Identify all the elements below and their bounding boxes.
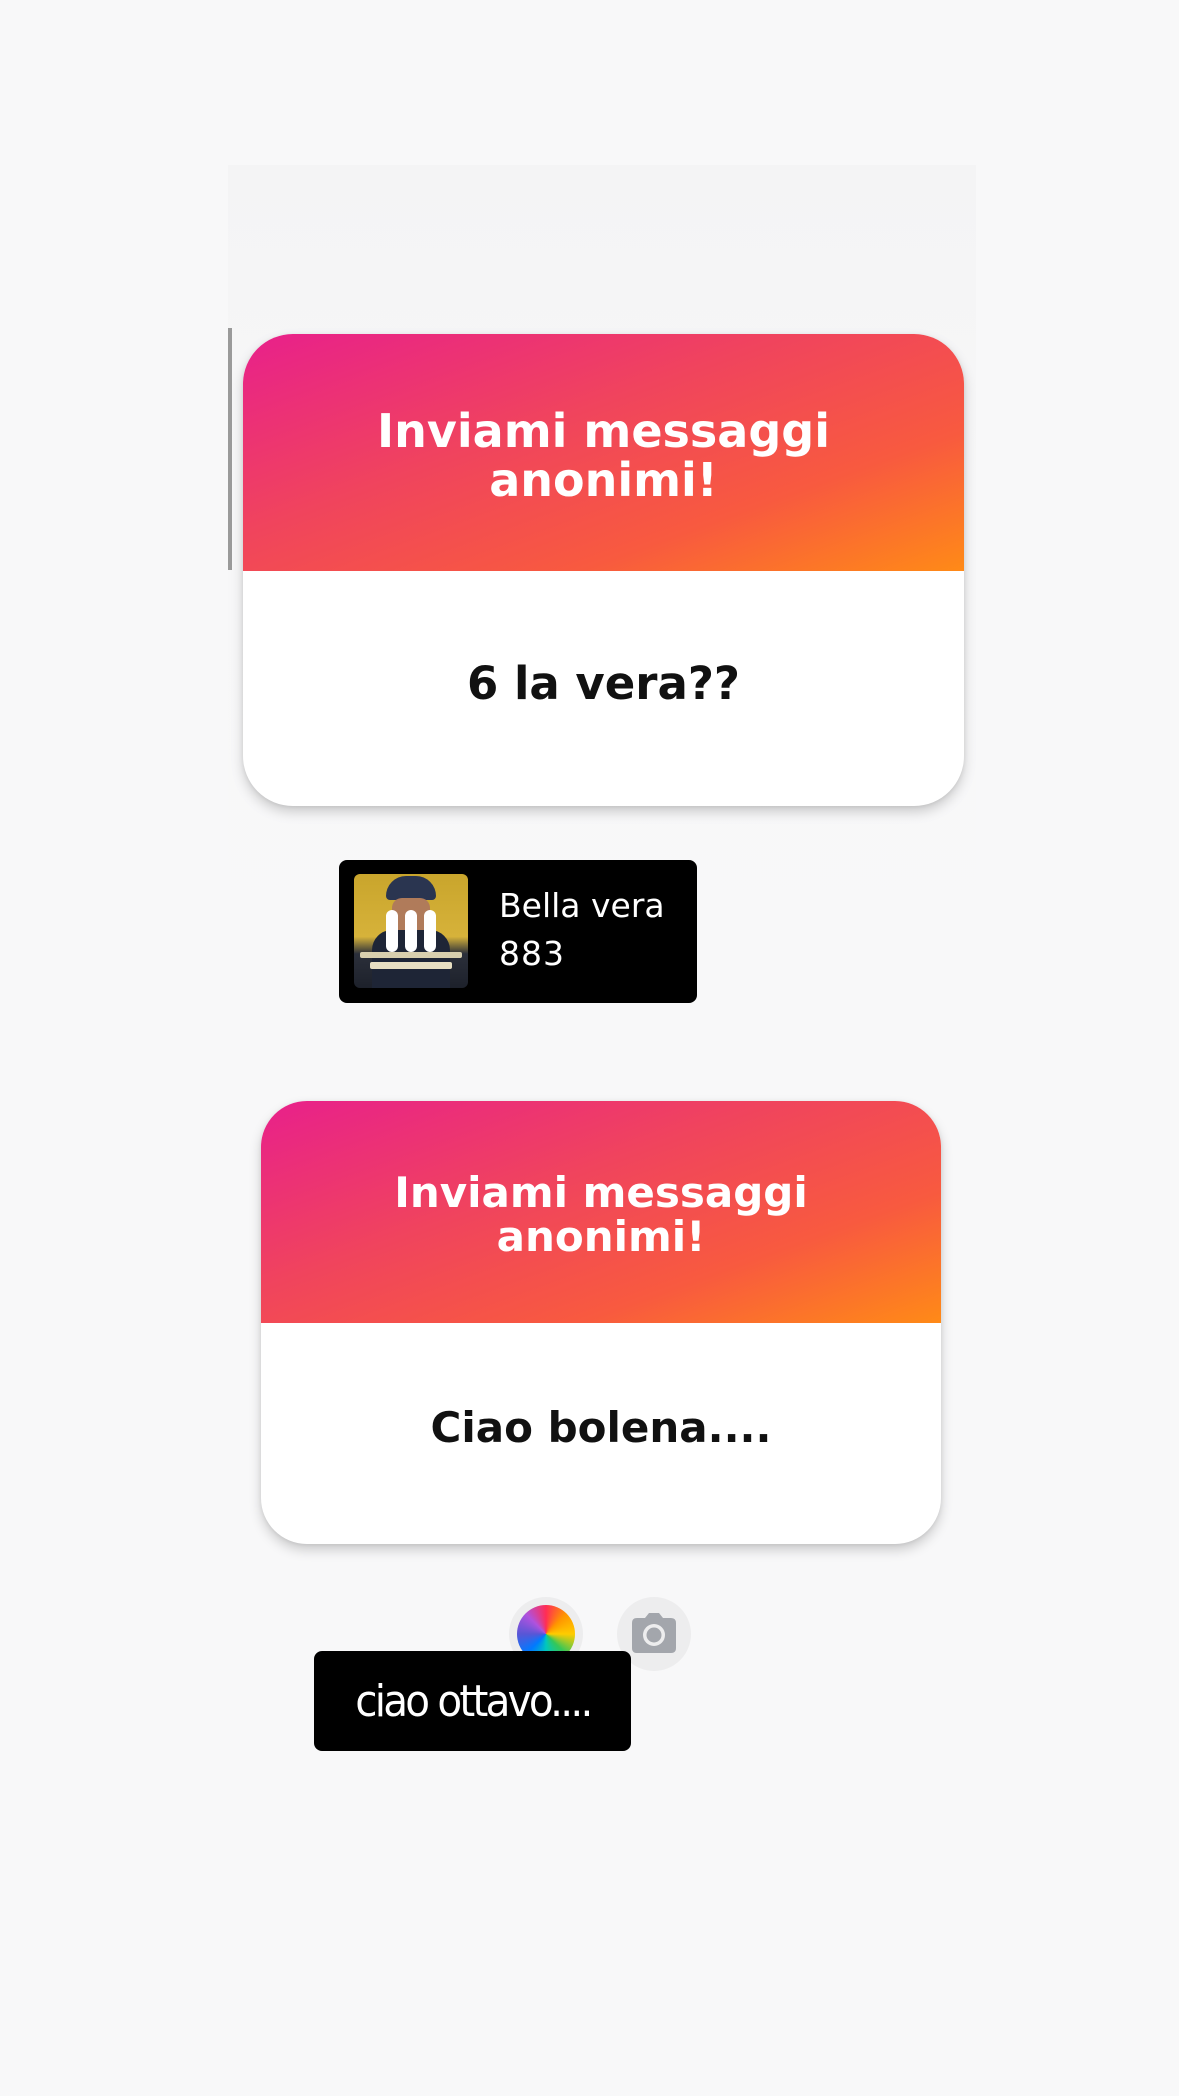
text-sticker[interactable]: ciao ottavo.... [314, 1651, 631, 1751]
question-answer: 6 la vera?? [466, 657, 741, 710]
question-title: Inviami messaggi anonimi! [377, 404, 830, 507]
music-sticker[interactable]: Bella vera 883 [339, 860, 697, 1003]
question-sticker-2[interactable]: Inviami messaggi anonimi! Ciao bolena...… [261, 1101, 941, 1544]
track-title: Bella vera [499, 886, 665, 925]
question-answer-area: 6 la vera?? [243, 571, 964, 806]
pause-icon[interactable] [386, 910, 436, 952]
question-sticker-1[interactable]: Inviami messaggi anonimi! 6 la vera?? [243, 334, 964, 806]
question-title: Inviami messaggi anonimi! [394, 1167, 808, 1261]
track-artist: 883 [499, 934, 565, 973]
question-header: Inviami messaggi anonimi! [243, 334, 964, 571]
edge-strip [228, 328, 232, 570]
question-answer: Ciao bolena.... [430, 1403, 772, 1452]
camera-icon [632, 1613, 676, 1653]
question-header: Inviami messaggi anonimi! [261, 1101, 941, 1323]
album-art [354, 874, 468, 988]
text-sticker-label: ciao ottavo.... [354, 1675, 593, 1727]
question-answer-area: Ciao bolena.... [261, 1323, 941, 1544]
